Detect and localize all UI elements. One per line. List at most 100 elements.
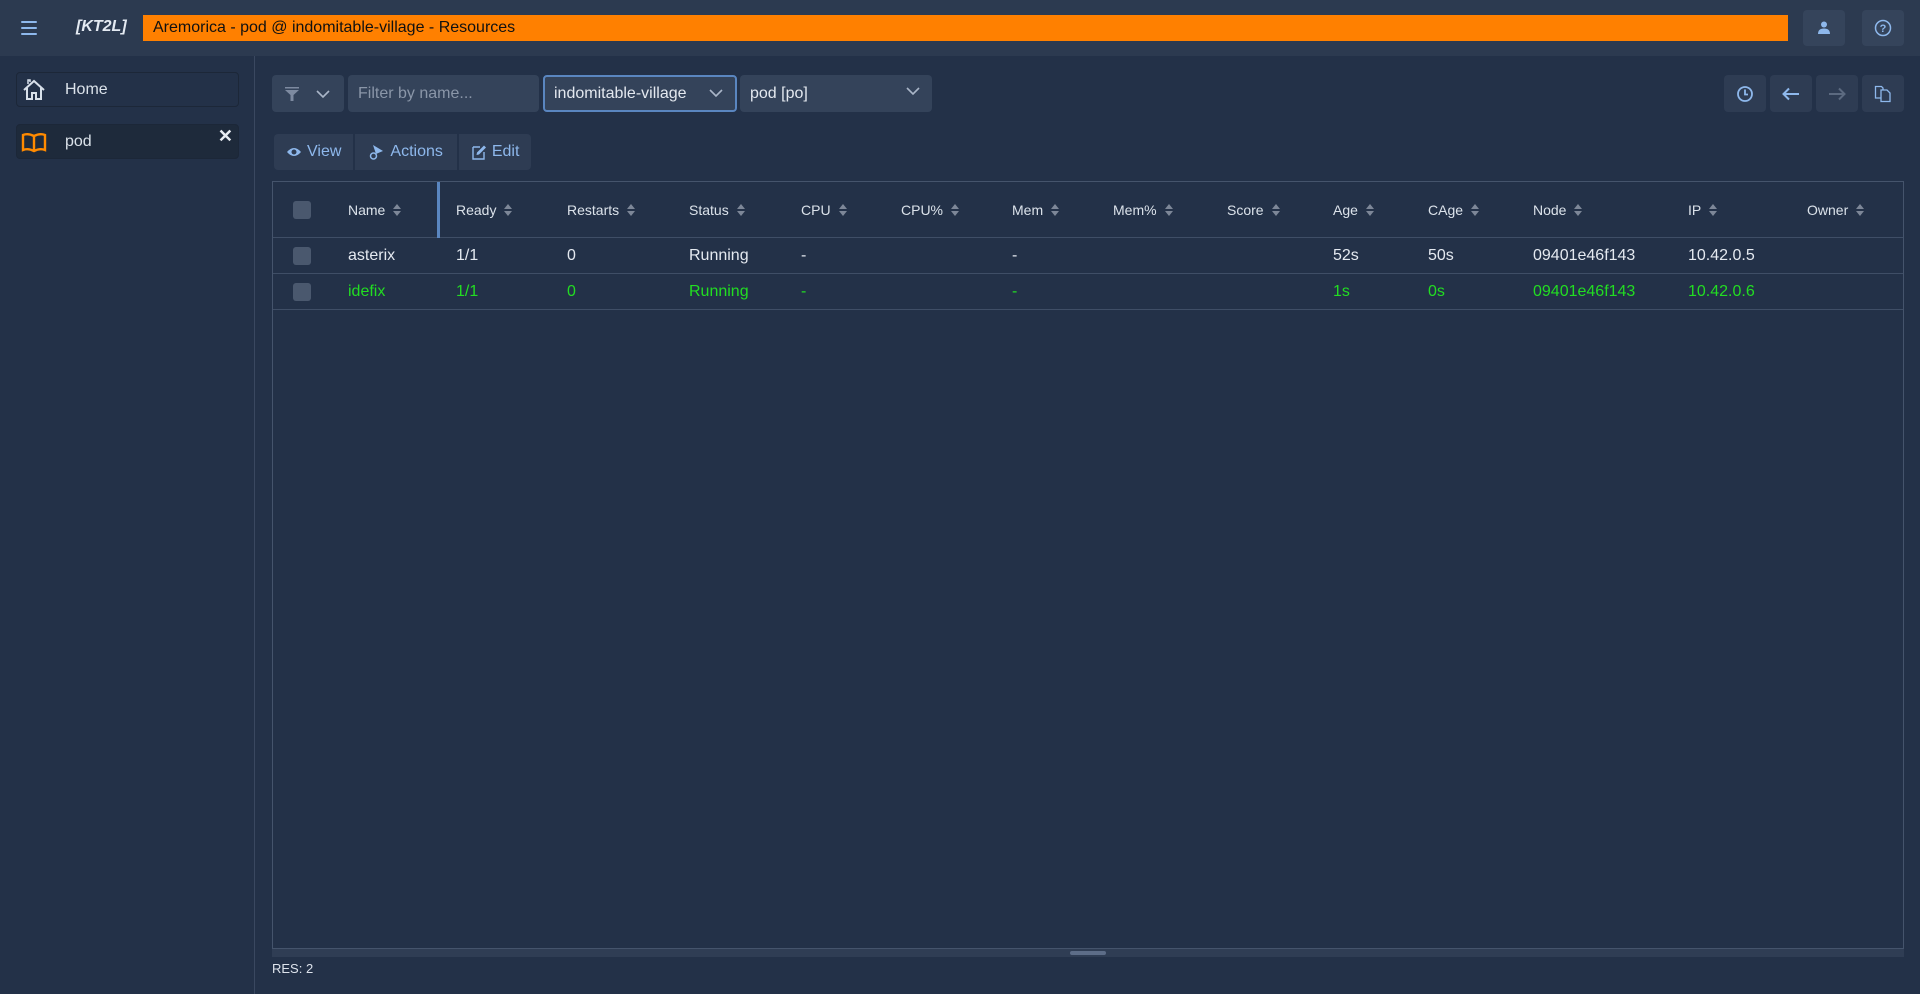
cell-restarts: 0 <box>567 246 576 264</box>
sort-icon <box>1471 203 1480 216</box>
view-button[interactable]: View <box>274 134 354 170</box>
sidebar-item-label: Home <box>65 80 108 98</box>
column-header-mem-pct[interactable]: Mem% <box>1113 182 1173 237</box>
sort-icon <box>1856 203 1865 216</box>
sort-icon <box>1164 203 1173 216</box>
cell-cpu: - <box>801 246 807 264</box>
sort-icon <box>838 203 847 216</box>
column-header-owner[interactable]: Owner <box>1807 182 1865 237</box>
chevron-down-icon <box>316 89 330 98</box>
cell-ip: 10.42.0.5 <box>1688 246 1755 264</box>
cell-ready: 1/1 <box>456 282 479 300</box>
arrow-left-icon <box>1782 87 1799 100</box>
table-row[interactable]: asterix 1/1 0 Running - - 52s 50s 09401e… <box>273 238 1903 274</box>
history-button[interactable] <box>1724 75 1766 112</box>
help-icon: ? <box>1874 19 1892 37</box>
forward-button[interactable] <box>1816 75 1858 112</box>
filter-menu-button[interactable] <box>272 75 344 112</box>
column-header-status[interactable]: Status <box>689 182 745 237</box>
cell-restarts: 0 <box>567 282 576 300</box>
hamburger-icon <box>21 21 37 23</box>
horizontal-scrollbar[interactable] <box>272 949 1904 957</box>
book-icon <box>21 130 47 154</box>
resource-type-select[interactable]: pod [po] <box>740 75 932 112</box>
brand-label: [KT2L] <box>76 18 127 35</box>
cell-cage: 50s <box>1428 246 1454 264</box>
sort-icon <box>1271 203 1280 216</box>
column-header-score[interactable]: Score <box>1227 182 1280 237</box>
cell-ip: 10.42.0.6 <box>1688 282 1755 300</box>
eye-icon <box>287 148 301 156</box>
sort-icon <box>393 203 402 216</box>
column-header-ip[interactable]: IP <box>1688 182 1718 237</box>
filter-input[interactable] <box>348 75 539 112</box>
column-header-cage[interactable]: CAge <box>1428 182 1480 237</box>
back-button[interactable] <box>1770 75 1812 112</box>
sidebar-item-label: pod <box>65 132 92 150</box>
user-button[interactable] <box>1803 10 1845 46</box>
top-bar: [KT2L] Aremorica - pod @ indomitable-vil… <box>0 0 1920 56</box>
namespace-select[interactable]: indomitable-village <box>543 75 737 112</box>
clock-icon <box>1737 85 1753 102</box>
chevron-down-icon <box>709 89 723 98</box>
edit-button[interactable]: Edit <box>458 134 532 170</box>
cell-age: 52s <box>1333 246 1359 264</box>
row-checkbox[interactable] <box>293 282 311 301</box>
column-header-cpu[interactable]: CPU <box>801 182 847 237</box>
column-header-ready[interactable]: Ready <box>456 182 513 237</box>
column-header-restarts[interactable]: Restarts <box>567 182 636 237</box>
column-header-cpu-pct[interactable]: CPU% <box>901 182 960 237</box>
cell-name: idefix <box>348 282 386 300</box>
sidebar-item-home[interactable]: Home <box>16 72 239 107</box>
view-label: View <box>307 143 342 160</box>
cell-node: 09401e46f143 <box>1533 282 1636 300</box>
result-count: RES: 2 <box>272 961 314 976</box>
cell-node: 09401e46f143 <box>1533 246 1636 264</box>
home-icon <box>21 78 47 102</box>
table-row[interactable]: idefix 1/1 0 Running - - 1s 0s 09401e46f… <box>273 274 1903 310</box>
scrollbar-thumb[interactable] <box>1070 951 1106 955</box>
sort-icon <box>736 203 745 216</box>
sort-icon <box>504 203 513 216</box>
column-resize-handle[interactable] <box>437 182 440 238</box>
cell-mem: - <box>1012 246 1018 264</box>
user-icon <box>1818 21 1830 34</box>
resource-type-value: pod [po] <box>750 84 808 102</box>
cell-cage: 0s <box>1428 282 1445 300</box>
cell-name: asterix <box>348 246 396 264</box>
sidebar: Home pod ✕ <box>0 56 255 994</box>
row-checkbox[interactable] <box>293 246 311 265</box>
cell-status: Running <box>689 246 749 264</box>
filter-icon <box>285 86 299 101</box>
resource-table: Name Ready Restarts Status CPU CPU% Mem … <box>272 181 1904 949</box>
sort-icon <box>1574 203 1583 216</box>
action-button-group: View Actions Edit <box>274 134 532 170</box>
help-button[interactable]: ? <box>1862 10 1904 46</box>
window-title: Aremorica - pod @ indomitable-village - … <box>143 15 1788 41</box>
copy-icon <box>1874 85 1891 102</box>
sidebar-item-pod[interactable]: pod ✕ <box>16 124 239 159</box>
cell-cpu: - <box>801 282 807 300</box>
chevron-down-icon <box>906 87 920 96</box>
actions-button[interactable]: Actions <box>355 134 457 170</box>
edit-icon <box>472 145 486 160</box>
actions-icon <box>370 145 384 160</box>
select-all-checkbox[interactable] <box>293 200 311 219</box>
column-header-node[interactable]: Node <box>1533 182 1583 237</box>
column-header-mem[interactable]: Mem <box>1012 182 1060 237</box>
close-icon[interactable]: ✕ <box>218 126 233 147</box>
column-header-name[interactable]: Name <box>348 182 402 237</box>
sort-icon <box>951 203 960 216</box>
column-header-age[interactable]: Age <box>1333 182 1374 237</box>
cell-age: 1s <box>1333 282 1350 300</box>
cell-status: Running <box>689 282 749 300</box>
edit-label: Edit <box>491 143 520 160</box>
copy-button[interactable] <box>1862 75 1904 112</box>
arrow-right-icon <box>1829 87 1846 100</box>
cell-mem: - <box>1012 282 1018 300</box>
sort-icon <box>627 203 636 216</box>
cell-ready: 1/1 <box>456 246 479 264</box>
sort-icon <box>1709 203 1718 216</box>
namespace-value: indomitable-village <box>554 84 687 102</box>
menu-button[interactable] <box>14 14 44 42</box>
